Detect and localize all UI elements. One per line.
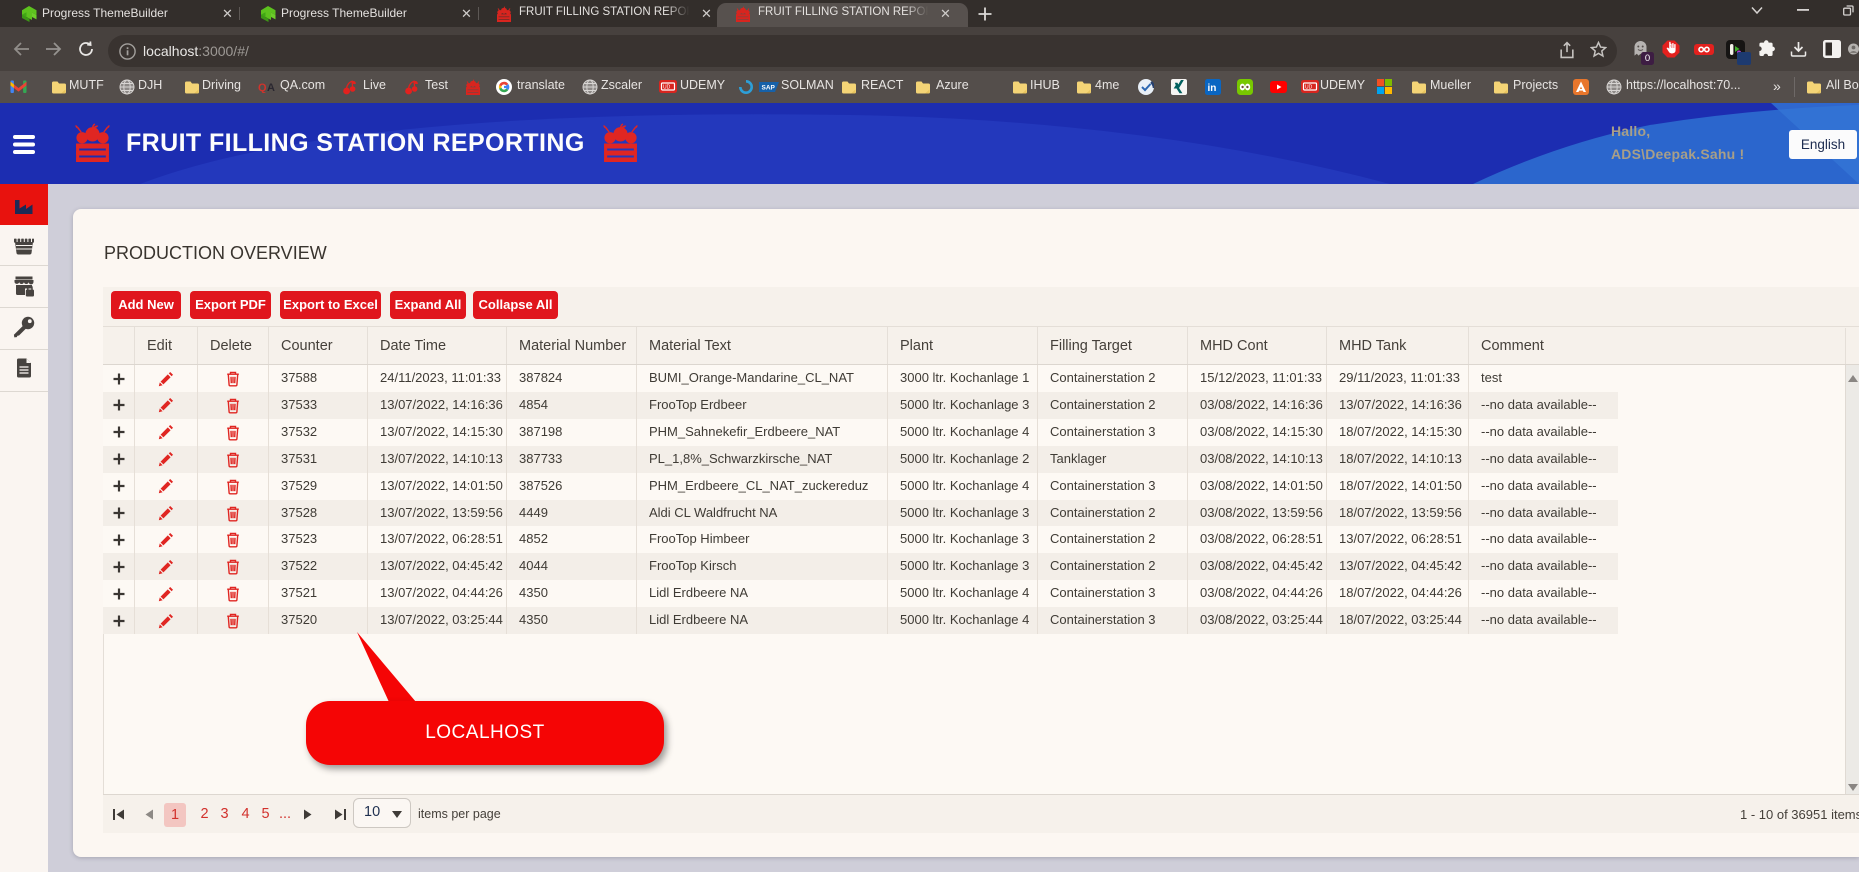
svg-text:SAP: SAP (762, 85, 776, 92)
svg-text:UD: UD (663, 85, 671, 91)
svg-text:A: A (267, 82, 275, 93)
svg-text:in: in (1208, 83, 1217, 94)
svg-text:Q: Q (258, 82, 267, 93)
svg-text:UD: UD (1305, 85, 1313, 91)
